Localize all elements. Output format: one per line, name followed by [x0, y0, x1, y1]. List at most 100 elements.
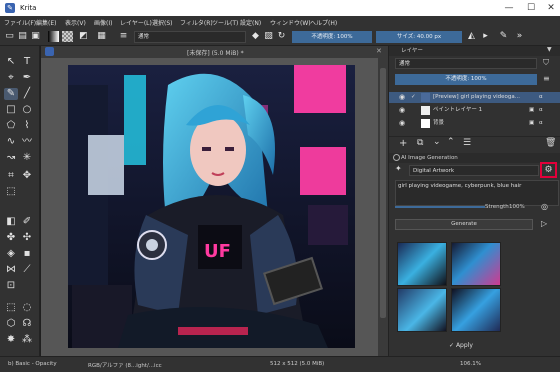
result-thumbnail-3[interactable] [397, 288, 447, 332]
fg-bg-color-icon[interactable]: ◩ [78, 31, 89, 42]
reference-image-icon[interactable]: ⊡ [4, 280, 18, 292]
canvas-vertical-scrollbar[interactable] [378, 58, 388, 356]
freehand-path-icon[interactable]: 〰 [20, 136, 34, 148]
crop-tool-icon[interactable]: ⌗ [4, 170, 18, 182]
multibrush-icon[interactable]: ✳ [20, 152, 34, 164]
brush-pen-icon[interactable]: ✎ [498, 31, 509, 42]
eraser-icon[interactable]: ◆ [250, 31, 261, 42]
save-icon[interactable]: ▣ [30, 31, 41, 42]
generated-image-canvas[interactable]: UF [68, 65, 355, 348]
polygon-select-icon[interactable]: ⬡ [4, 318, 18, 330]
layer-checkbox-icon[interactable]: ✓ [411, 92, 416, 103]
text-tool-icon[interactable]: T [20, 56, 34, 68]
menu-filter[interactable]: フィルタ(R) [180, 18, 213, 27]
result-thumbnail-4[interactable] [451, 288, 501, 332]
enclose-fill-icon[interactable]: ▪ [20, 248, 34, 260]
strength-value[interactable]: 100% [509, 204, 525, 210]
layer-row-paint[interactable]: ◉ ペイントレイヤー 1 ▣ α [389, 105, 560, 116]
minimize-button[interactable]: — [502, 2, 516, 14]
pattern-swatch-icon[interactable] [62, 31, 73, 42]
layer-row-background[interactable]: ◉ 背景 ▣ α [389, 118, 560, 129]
toolbar-more-icon[interactable]: » [514, 31, 525, 42]
canvas-scroll-thumb[interactable] [380, 68, 386, 318]
rectangle-tool-icon[interactable]: □ [4, 104, 18, 116]
new-document-icon[interactable]: ▭ [4, 31, 15, 42]
wand-icon[interactable]: ✦ [395, 164, 402, 173]
prompt-input[interactable]: girl playing videogame, cyberpunk, blue … [395, 180, 559, 206]
generate-button[interactable]: Generate [395, 219, 533, 230]
duplicate-layer-icon[interactable]: ⧉ [417, 138, 423, 148]
menu-layer[interactable]: レイヤー(L) [120, 18, 152, 27]
line-tool-icon[interactable]: ╱ [20, 88, 34, 100]
strength-slider-fill[interactable] [395, 206, 485, 208]
menu-image[interactable]: 画像(I) [94, 18, 112, 27]
similar-select-icon[interactable]: ⁂ [20, 334, 34, 346]
add-layer-icon[interactable]: + [399, 138, 407, 149]
bezier-tool-icon[interactable]: ∿ [4, 136, 18, 148]
result-thumbnail-1[interactable] [397, 242, 447, 286]
maximize-button[interactable]: ☐ [524, 2, 538, 14]
settings-gear-icon[interactable]: ⚙ [540, 162, 557, 178]
result-thumbnail-2[interactable] [451, 242, 501, 286]
strength-reset-icon[interactable]: ◎ [541, 202, 548, 211]
layer-lock-icon[interactable]: ▣ [529, 118, 534, 129]
visibility-eye-icon[interactable]: ◉ [399, 92, 405, 103]
layer-alpha-icon[interactable]: α [539, 118, 543, 129]
delete-layer-icon[interactable]: 🗑 [545, 138, 556, 148]
status-brush[interactable]: b) Basic - Opacity [8, 361, 57, 367]
menu-select[interactable]: 選択(S) [152, 18, 173, 27]
measure-tool-icon[interactable]: ⟋ [20, 264, 34, 276]
visibility-eye-icon[interactable]: ◉ [399, 118, 405, 129]
document-tab[interactable]: [未保存] (5.0 MiB) * ✕ [41, 46, 388, 58]
menu-file[interactable]: ファイル(F) [4, 18, 36, 27]
smart-patch-icon[interactable]: ✣ [20, 232, 34, 244]
close-button[interactable]: ✕ [544, 2, 558, 14]
layers-filter-icon[interactable]: ▼ [547, 46, 552, 53]
freehand-brush-icon[interactable]: ✎ [4, 88, 18, 100]
move-tool-icon[interactable]: ✥ [20, 170, 34, 182]
ellipse-tool-icon[interactable]: ○ [20, 104, 34, 116]
contiguous-select-icon[interactable]: ✸ [4, 334, 18, 346]
layer-alpha-icon[interactable]: α [539, 105, 543, 116]
open-document-icon[interactable]: ▤ [17, 31, 28, 42]
status-zoom[interactable]: 106.1% [460, 361, 481, 367]
menu-settings[interactable]: 設定(N) [240, 18, 261, 27]
menu-view[interactable]: 表示(V) [65, 18, 86, 27]
brush-settings-icon[interactable]: ≡ [118, 31, 129, 42]
color-picker-icon[interactable]: ✐ [20, 216, 34, 228]
layer-row-preview[interactable]: ◉ ✓ [Preview] girl playing videoga... α [389, 92, 560, 103]
opacity-slider[interactable]: 不透明度: 100% [292, 31, 372, 43]
preserve-alpha-icon[interactable]: ▨ [263, 31, 274, 42]
freehand-select-icon[interactable]: ☊ [20, 318, 34, 330]
select-shapes-icon[interactable]: ↖ [4, 56, 18, 68]
menu-window[interactable]: ウィンドウ(W) [270, 18, 311, 27]
layer-filter-icon[interactable]: ⛉ [543, 58, 549, 68]
style-select[interactable]: Digital Artwork [409, 165, 539, 176]
layer-opacity-slider[interactable]: 不透明度: 100% [395, 74, 537, 85]
move-down-icon[interactable]: ⌄ [433, 137, 441, 147]
blend-mode-select[interactable]: 通常 [134, 31, 246, 43]
queue-icon[interactable]: ▷ [541, 219, 547, 228]
layer-properties-icon[interactable]: ☰ [463, 138, 471, 148]
reload-preset-icon[interactable]: ↻ [276, 31, 287, 42]
gradient-swatch-icon[interactable] [48, 31, 59, 42]
layer-blend-mode-select[interactable]: 通常 [395, 58, 537, 69]
colorize-mask-icon[interactable]: ✤ [4, 232, 18, 244]
layer-lock-icon[interactable]: ▣ [529, 105, 534, 116]
menu-tools[interactable]: ツール(T) [212, 18, 238, 27]
polyline-tool-icon[interactable]: ⌇ [20, 120, 34, 132]
layer-menu-icon[interactable]: ≡ [543, 74, 550, 83]
size-slider[interactable]: サイズ: 40.00 px [376, 31, 462, 43]
ellipse-select-icon[interactable]: ◌ [20, 302, 34, 314]
layer-alpha-icon[interactable]: α [539, 92, 543, 103]
assistant-tool-icon[interactable]: ⋈ [4, 264, 18, 276]
calligraphy-icon[interactable]: ✒ [20, 72, 34, 84]
mirror-vertical-icon[interactable]: ▸ [480, 31, 491, 42]
edit-shapes-icon[interactable]: ⌖ [4, 72, 18, 84]
dynamic-brush-icon[interactable]: ↝ [4, 152, 18, 164]
fill-tool-icon[interactable]: ◈ [4, 248, 18, 260]
canvas-area[interactable]: [未保存] (5.0 MiB) * ✕ UF [41, 46, 388, 356]
tab-close-icon[interactable]: ✕ [376, 47, 382, 55]
mirror-horizontal-icon[interactable]: ◭ [466, 31, 477, 42]
move-up-icon[interactable]: ⌃ [447, 137, 455, 147]
